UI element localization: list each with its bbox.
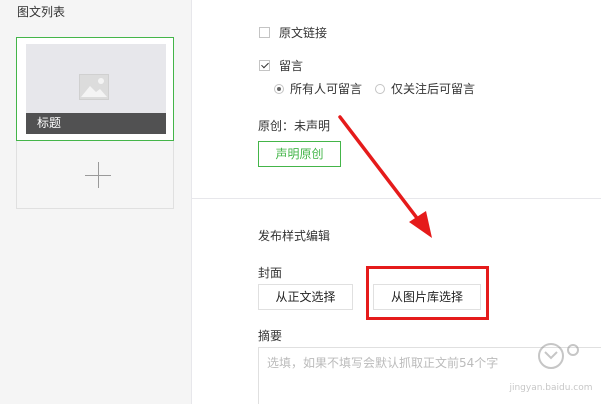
baidu-jingyan-watermark: jingyan.baidu.com (508, 343, 593, 393)
annotation-highlight-box (366, 266, 489, 320)
watermark-text: jingyan.baidu.com (508, 383, 592, 393)
